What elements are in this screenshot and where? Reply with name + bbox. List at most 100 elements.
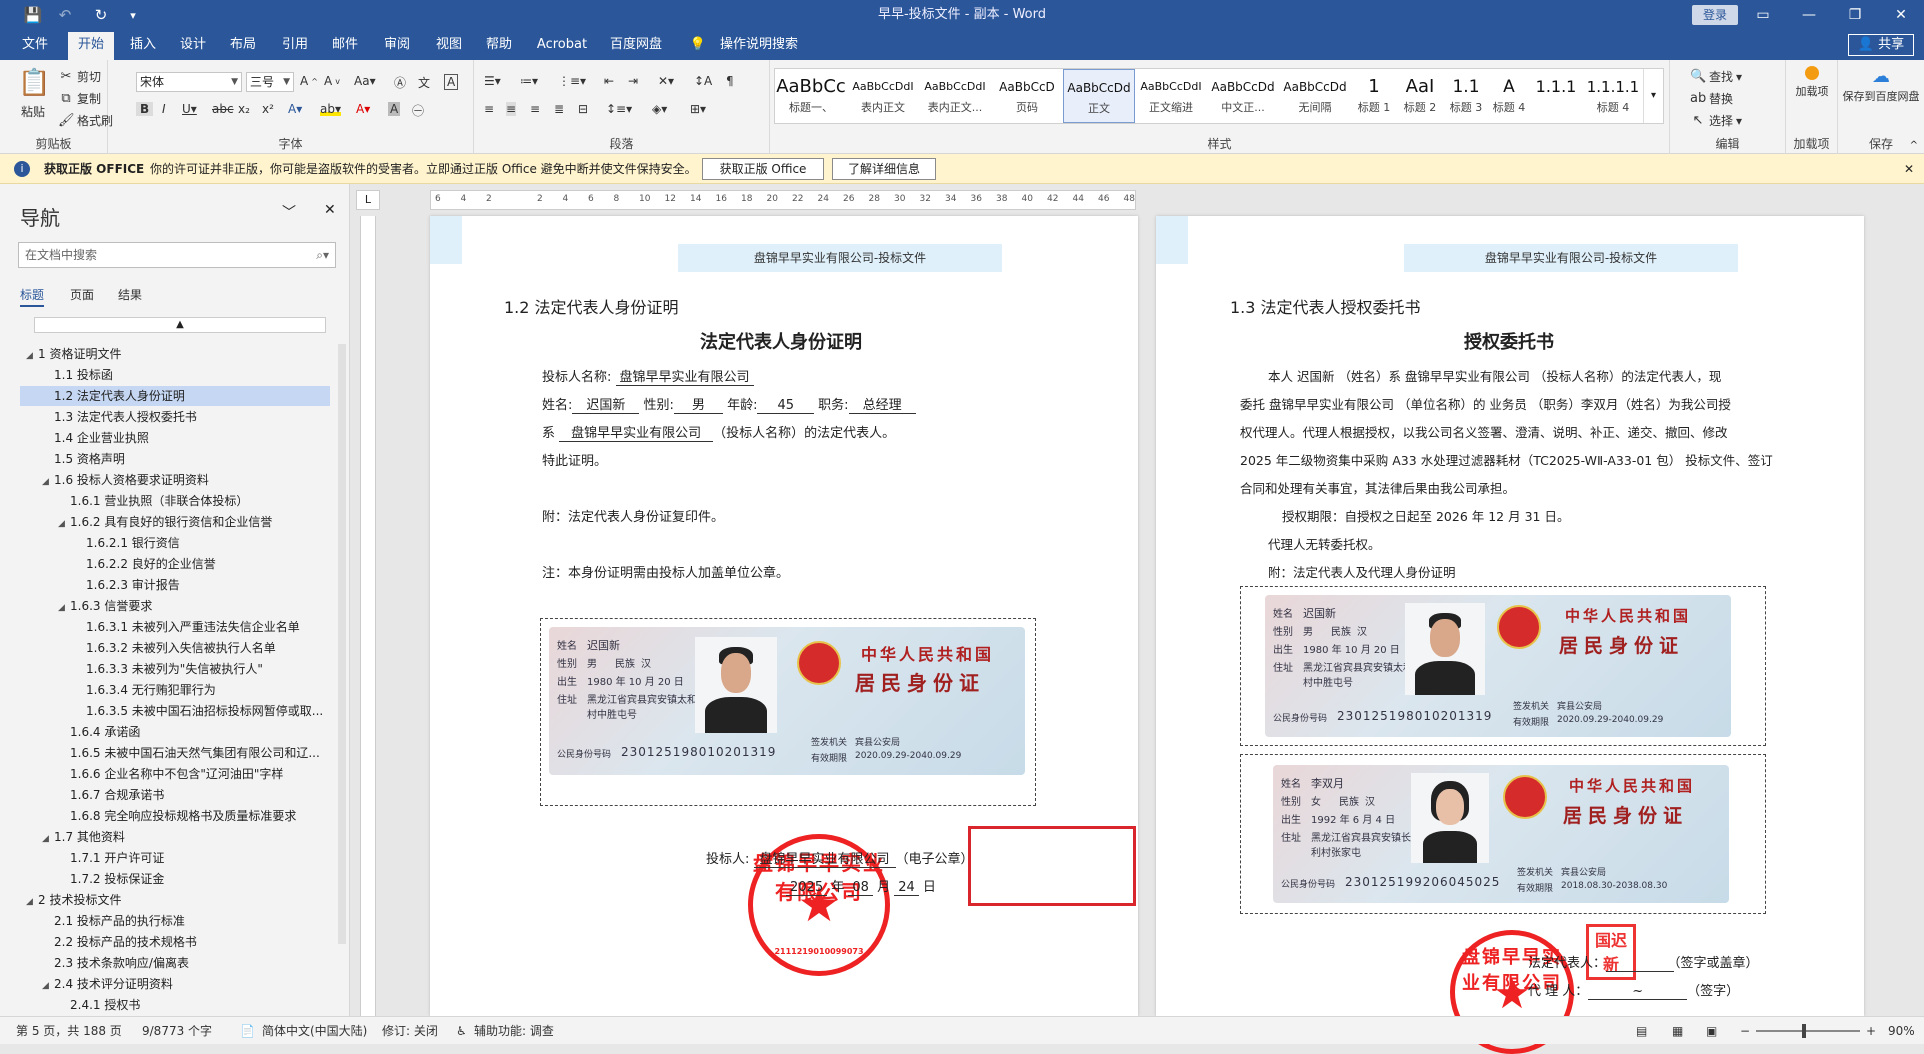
nav-item-selected[interactable]: 1.2 法定代表人身份证明 [20, 386, 330, 406]
close-icon[interactable]: ✕ [324, 202, 336, 218]
no-delegation[interactable]: 代理人无转委托权。 [1268, 534, 1381, 553]
superscript-icon[interactable]: x² [262, 102, 274, 116]
style-item[interactable]: AaI 标题 2 [1397, 69, 1443, 123]
expand-arrow-icon[interactable]: ◢ [58, 514, 70, 532]
collapse-ribbon-icon[interactable]: ^ [1910, 140, 1918, 151]
nav-item[interactable]: 1.3 法定代表人授权委托书 [20, 407, 330, 427]
expand-arrow-icon[interactable]: ◢ [26, 346, 38, 364]
borders-icon[interactable]: ⊞▾ [690, 102, 706, 116]
id-card-frame[interactable]: 姓名 迟国新 性别 男 民族 汉 出生 1980 年 10 月 20 日 住址 … [540, 618, 1036, 806]
ribbon-display-icon[interactable]: ▭ [1740, 0, 1786, 30]
change-case-icon[interactable]: Aa▾ [354, 74, 376, 88]
style-item[interactable]: 1 标题 1 [1351, 69, 1397, 123]
style-item-selected[interactable]: AaBbCcDd 正文 [1063, 69, 1135, 123]
search-icon[interactable]: ⌕▾ [316, 243, 329, 267]
select-button[interactable]: ↖ 选择 ▾ [1690, 112, 1743, 129]
nav-item[interactable]: ◢ 1 资格证明文件 [20, 344, 330, 364]
decrease-indent-icon[interactable]: ⇤ [604, 74, 614, 88]
tab-selector[interactable]: L [356, 190, 380, 210]
nav-item[interactable]: ◢ 1.6.3 信誉要求 [20, 596, 330, 616]
nav-item[interactable]: ◢ 2 技术投标文件 [20, 890, 330, 910]
expand-arrow-icon[interactable]: ◢ [58, 598, 70, 616]
tab-review[interactable]: 审阅 [376, 30, 418, 60]
cut-button[interactable]: ✂ 剪切 [58, 68, 101, 85]
font-name-select[interactable]: 宋体 ▼ [136, 72, 242, 92]
tab-layout[interactable]: 布局 [222, 30, 264, 60]
find-button[interactable]: 🔍 查找 ▾ [1690, 68, 1742, 85]
numbering-icon[interactable]: ≔▾ [520, 74, 538, 88]
nav-tab-results[interactable]: 结果 [118, 286, 142, 303]
attach-line[interactable]: 附：法定代表人及代理人身份证明 [1268, 562, 1456, 581]
person-line[interactable]: 姓名: 迟国新 性别: 男 年龄: 45 职务: 总经理 [542, 394, 916, 414]
bidder-line[interactable]: 投标人名称: 盘锦早早实业有限公司 [542, 366, 754, 386]
font-color-icon[interactable]: A▾ [356, 102, 370, 116]
style-item[interactable]: AaBbCcDdI 正文缩进 [1135, 69, 1207, 123]
nav-tab-pages[interactable]: 页面 [70, 286, 94, 303]
font-size-select[interactable]: 三号 ▼ [246, 72, 294, 92]
legal-rep-signature[interactable]: 法定代表人： （签字或盖章） [1528, 952, 1759, 972]
nav-item[interactable]: 1.6.3.1 未被列入严重违法失信企业名单 [20, 617, 330, 637]
nav-item[interactable]: ◢ 1.6 投标人资格要求证明资料 [20, 470, 330, 490]
tab-insert[interactable]: 插入 [122, 30, 164, 60]
format-painter-button[interactable]: 🖌 格式刷 [58, 112, 113, 129]
nav-item[interactable]: 1.6.7 合规承诺书 [20, 785, 330, 805]
close-icon[interactable]: ✕ [1878, 0, 1924, 30]
zoom-in-icon[interactable]: + [1866, 1017, 1876, 1045]
nav-item[interactable]: ◢ 2.4 技术评分证明资料 [20, 974, 330, 994]
zoom-level[interactable]: 90% [1888, 1017, 1915, 1045]
auth-period[interactable]: 授权期限：自授权之日起至 2026 年 12 月 31 日。 [1282, 506, 1569, 525]
replace-button[interactable]: ab 替换 [1690, 90, 1733, 107]
id-card-frame[interactable]: 姓名 迟国新 性别 男 民族 汉 出生 1980 年 10 月 20 日 住址 … [1240, 586, 1766, 746]
align-right-icon[interactable]: ≡ [530, 102, 540, 116]
nav-item[interactable]: 1.6.2.3 审计报告 [20, 575, 330, 595]
addins-button[interactable]: 加载项 [1792, 66, 1832, 99]
attach-line[interactable]: 附：法定代表人身份证复印件。 [542, 506, 724, 525]
style-item[interactable]: 1.1.1.1 标题 4 [1583, 69, 1643, 123]
proofing-icon[interactable]: 📄 [240, 1017, 255, 1045]
login-button[interactable]: 登录 [1692, 5, 1738, 25]
nav-scrollbar[interactable] [338, 344, 346, 944]
strikethrough-icon[interactable]: abc [212, 102, 234, 116]
nav-item[interactable]: 1.7.1 开户许可证 [20, 848, 330, 868]
date-line[interactable]: 2025 年 08 月 24 日 [786, 876, 936, 896]
chinese-layout-icon[interactable]: ✕▾ [658, 74, 674, 88]
align-left-icon[interactable]: ≡ [484, 102, 494, 116]
nav-tab-headings[interactable]: 标题 [20, 286, 45, 307]
nav-item[interactable]: 1.5 资格声明 [20, 449, 330, 469]
save-icon[interactable]: 💾 [18, 0, 48, 30]
nav-item[interactable]: 2.3 技术条款响应/偏离表 [20, 953, 330, 973]
auth-line-1[interactable]: 本人 迟国新 （姓名）系 盘锦早早实业有限公司 （投标人名称）的法定代表人，现 [1268, 366, 1721, 385]
styles-more-icon[interactable]: ▾ [1643, 69, 1663, 123]
shading-icon[interactable]: ◈▾ [652, 102, 667, 116]
char-shading-icon[interactable]: A [388, 102, 401, 116]
of-line[interactable]: 系 盘锦早早实业有限公司 （投标人名称）的法定代表人。 [542, 422, 895, 442]
nav-item[interactable]: ◢ 1.7 其他资料 [20, 827, 330, 847]
nav-item[interactable]: 1.6.8 完全响应投标规格书及质量标准要求 [20, 806, 330, 826]
italic-icon[interactable]: I [162, 102, 166, 116]
zoom-slider[interactable] [1756, 1030, 1860, 1032]
enclose-char-icon[interactable]: ㊀ [412, 102, 424, 119]
section-heading[interactable]: 1.2 法定代表人身份证明 [504, 294, 679, 318]
document-page-1[interactable]: 盘锦早早实业有限公司-投标文件 1.2 法定代表人身份证明 法定代表人身份证明 … [430, 216, 1138, 1016]
sort-icon[interactable]: ↕A [694, 74, 712, 88]
increase-indent-icon[interactable]: ⇥ [628, 74, 638, 88]
tab-help[interactable]: 帮助 [478, 30, 520, 60]
web-layout-icon[interactable]: ▣ [1706, 1017, 1717, 1045]
share-button[interactable]: 👤 共享 [1848, 34, 1914, 56]
phonetic-guide-icon[interactable]: 文 [418, 74, 430, 91]
zoom-slider-thumb[interactable] [1802, 1024, 1806, 1038]
paste-button[interactable]: 📋 粘贴 [18, 66, 50, 120]
print-layout-icon[interactable]: ▦ [1672, 1017, 1683, 1045]
tab-view[interactable]: 视图 [428, 30, 470, 60]
tab-mailings[interactable]: 邮件 [324, 30, 366, 60]
nav-item[interactable]: 1.4 企业营业执照 [20, 428, 330, 448]
tab-acrobat[interactable]: Acrobat [530, 30, 594, 60]
style-item[interactable]: AaBbCcDd 无间隔 [1279, 69, 1351, 123]
cert-line[interactable]: 特此证明。 [542, 450, 607, 469]
nav-item[interactable]: 2.2 投标产品的技术规格书 [20, 932, 330, 952]
style-item[interactable]: A 标题 4 [1489, 69, 1529, 123]
tab-home[interactable]: 开始 [68, 32, 114, 60]
nav-item[interactable]: 1.6.3.2 未被列入失信被执行人名单 [20, 638, 330, 658]
bold-icon[interactable]: B [136, 102, 154, 116]
nav-item[interactable]: 1.6.2.1 银行资信 [20, 533, 330, 553]
